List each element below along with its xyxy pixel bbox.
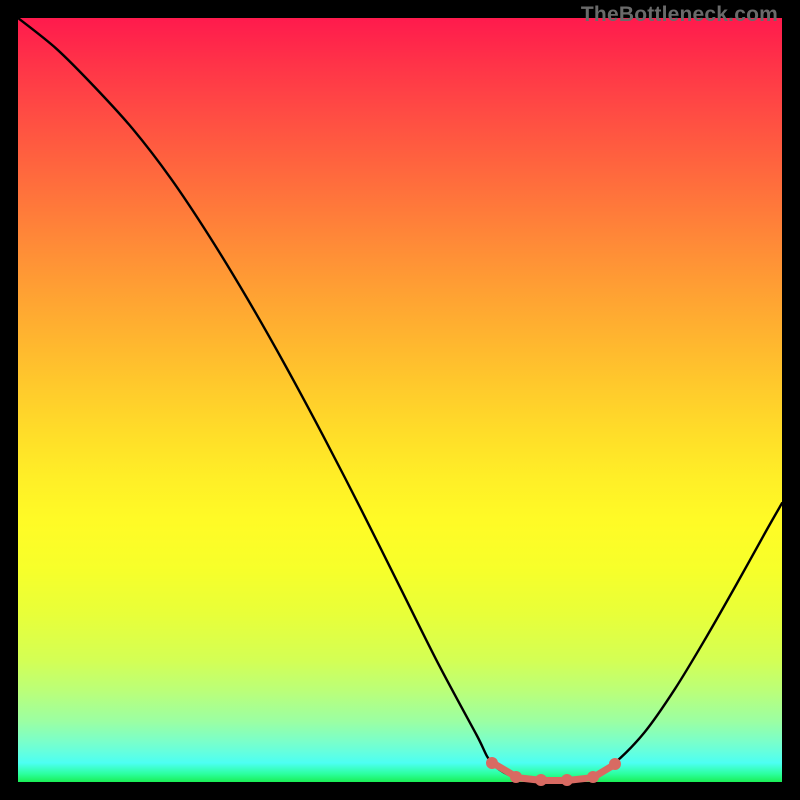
optimal-range-point bbox=[609, 758, 621, 770]
chart-container: TheBottleneck.com bbox=[0, 0, 800, 800]
optimal-range-point bbox=[535, 774, 547, 786]
bottleneck-curve bbox=[18, 18, 782, 782]
watermark-text: TheBottleneck.com bbox=[581, 3, 778, 27]
optimal-range-point bbox=[561, 774, 573, 786]
plot-area bbox=[18, 18, 782, 782]
optimal-range-point bbox=[486, 757, 498, 769]
optimal-range-point bbox=[510, 771, 522, 783]
optimal-range-point bbox=[587, 771, 599, 783]
